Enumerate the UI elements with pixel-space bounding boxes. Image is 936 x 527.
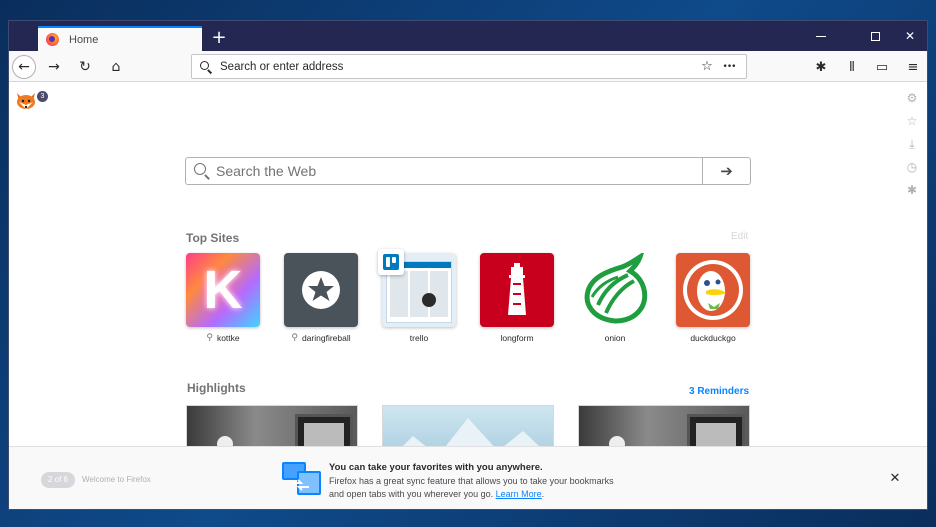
tab-title: Home: [69, 33, 99, 46]
browser-window: Home + ✕ ← → ↻ ⌂ Search or enter address…: [8, 20, 928, 510]
maximize-button[interactable]: [858, 21, 892, 51]
top-site-longform[interactable]: longform: [480, 253, 554, 343]
kottke-thumbnail: K: [186, 253, 260, 327]
extension-badge: 3: [37, 91, 48, 102]
bookmark-star-icon[interactable]: ☆: [696, 59, 718, 74]
sidebar-toggle-icon[interactable]: ▭: [871, 56, 893, 78]
pin-icon: ⚲: [206, 333, 213, 343]
web-search-box: Search the Web ➔: [185, 157, 751, 185]
search-icon: [200, 60, 212, 73]
puzzle-icon[interactable]: ✱: [905, 183, 919, 197]
reload-button[interactable]: ↻: [73, 55, 97, 79]
new-tab-page: 3 ⚙ ☆ ⤓ ◷ ✱ Search the Web ➔ Top Sites E…: [9, 83, 927, 509]
top-site-daringfireball[interactable]: ⚲ daringfireball: [284, 253, 358, 343]
highlights-title: Highlights: [187, 381, 246, 395]
duck-icon: [683, 260, 743, 320]
onboarding-welcome-text: Welcome to Firefox: [82, 475, 151, 484]
top-site-duckduckgo[interactable]: duckduckgo: [676, 253, 750, 343]
trello-avatar: [422, 293, 436, 307]
minimize-icon: [816, 36, 826, 37]
close-window-button[interactable]: ✕: [893, 21, 927, 51]
onion-thumbnail: [578, 253, 652, 327]
address-input[interactable]: Search or enter address: [220, 61, 696, 73]
extension-puzzle-icon[interactable]: ✱: [810, 56, 832, 78]
onboarding-pager: 2 of 6: [41, 472, 75, 488]
library-icon[interactable]: ⫴: [841, 56, 863, 78]
address-bar[interactable]: Search or enter address ☆ •••: [191, 54, 747, 79]
tab-home[interactable]: Home: [38, 26, 202, 51]
star-icon[interactable]: ☆: [905, 114, 919, 128]
top-site-kottke[interactable]: K ⚲ kottke: [186, 253, 260, 343]
pin-icon: ⚲: [291, 333, 298, 343]
star-circle-icon: [302, 271, 340, 309]
longform-thumbnail: [480, 253, 554, 327]
onboarding-period: .: [541, 489, 545, 499]
back-button[interactable]: ←: [12, 55, 36, 79]
onboarding-bar: 2 of 6 Welcome to Firefox You can take y…: [9, 446, 927, 509]
fox-face-icon: [17, 93, 35, 109]
lighthouse-icon: [508, 263, 526, 315]
onboarding-title: You can take your favorites with you any…: [329, 462, 543, 473]
minimize-button[interactable]: [804, 21, 838, 51]
home-button[interactable]: ⌂: [104, 55, 128, 79]
onboarding-close-button[interactable]: ✕: [885, 469, 905, 489]
top-site-trello[interactable]: trello: [378, 249, 456, 343]
top-site-label: onion: [604, 333, 626, 343]
top-sites-title: Top Sites: [186, 231, 240, 245]
title-bar: Home + ✕: [9, 21, 927, 51]
navigation-toolbar: ← → ↻ ⌂ Search or enter address ☆ ••• ✱ …: [9, 51, 927, 82]
top-site-label: kottke: [216, 333, 240, 343]
daringfireball-thumbnail: [284, 253, 358, 327]
sync-devices-icon: [282, 462, 321, 495]
onion-icon: [584, 253, 648, 324]
onboarding-body-line1: Firefox has a great sync feature that al…: [329, 476, 614, 486]
new-tab-button[interactable]: +: [207, 26, 231, 50]
gear-icon[interactable]: ⚙: [905, 91, 919, 105]
top-site-label: daringfireball: [301, 333, 351, 343]
search-go-button[interactable]: ➔: [702, 158, 750, 184]
learn-more-link[interactable]: Learn More: [496, 489, 542, 499]
clock-icon[interactable]: ◷: [905, 160, 919, 174]
top-sites-edit-link[interactable]: Edit: [731, 231, 748, 242]
forward-button[interactable]: →: [42, 55, 66, 79]
maximize-icon: [870, 32, 880, 41]
top-site-label: longform: [500, 333, 534, 343]
search-icon: [194, 163, 210, 179]
firefox-icon: [46, 33, 59, 46]
duckduckgo-thumbnail: [676, 253, 750, 327]
top-site-label: duckduckgo: [690, 333, 736, 343]
menu-hamburger-icon[interactable]: ≡: [902, 56, 924, 78]
download-icon[interactable]: ⤓: [905, 137, 919, 151]
onboarding-body-line2: and open tabs with you wherever you go.: [329, 489, 494, 499]
trello-logo-icon: [378, 249, 404, 275]
reminders-link[interactable]: 3 Reminders: [689, 386, 749, 397]
kottke-letter: K: [203, 260, 243, 320]
page-actions-icon[interactable]: •••: [718, 62, 740, 72]
fox-extension-icon[interactable]: 3: [15, 91, 48, 111]
web-search-input[interactable]: Search the Web: [216, 163, 702, 179]
top-site-label: trello: [409, 333, 429, 343]
top-site-onion[interactable]: onion: [578, 253, 652, 343]
onboarding-body: Firefox has a great sync feature that al…: [329, 475, 649, 501]
